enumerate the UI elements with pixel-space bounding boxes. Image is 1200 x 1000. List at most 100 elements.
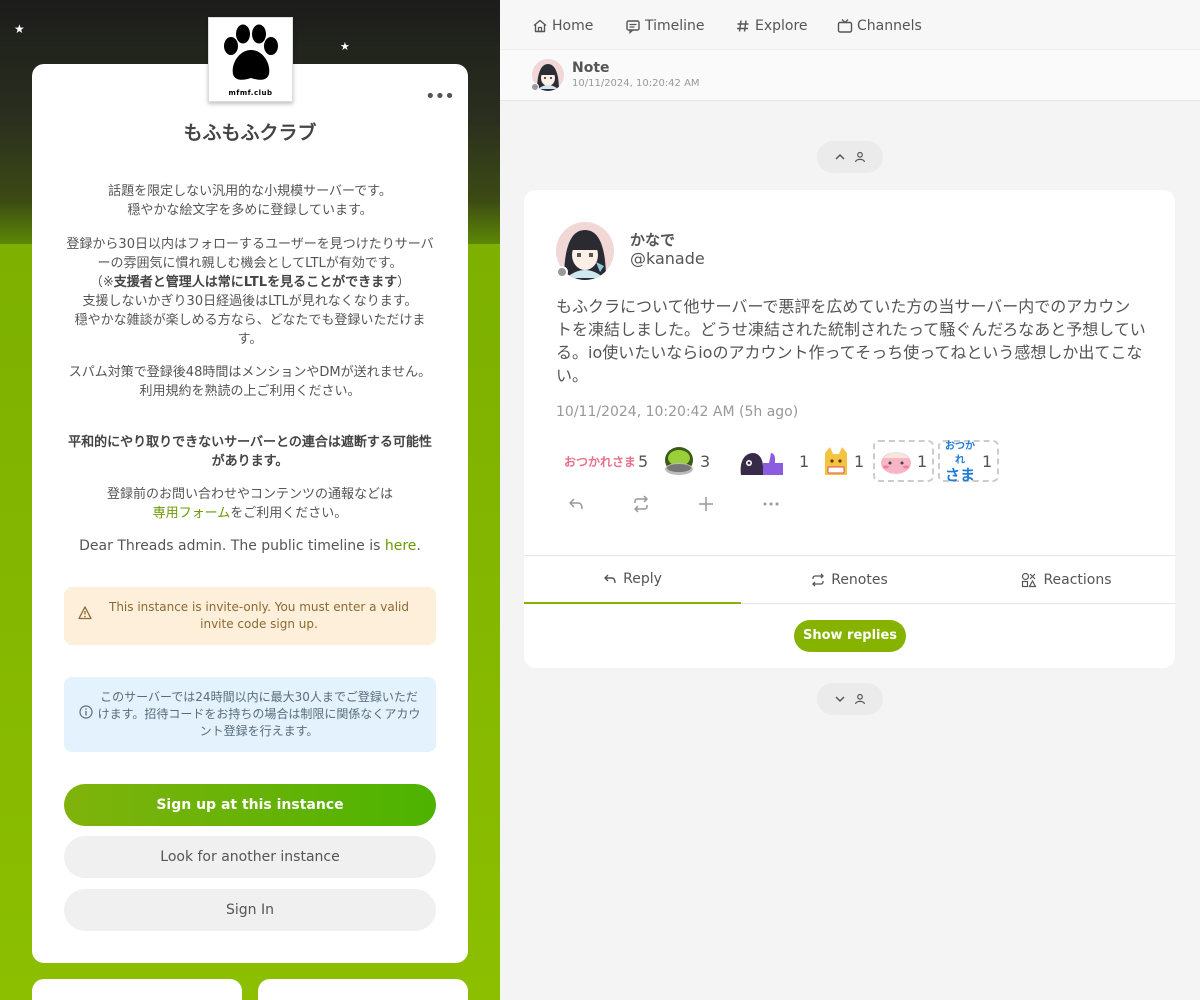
username[interactable]: @kanade xyxy=(630,249,705,268)
page-header: Note 10/11/2024, 10:20:42 AM xyxy=(500,50,1200,101)
reaction-count: 1 xyxy=(982,451,993,471)
info-icon xyxy=(79,705,93,719)
description-line: （※支援者と管理人は常にLTLを見ることができます） xyxy=(89,275,411,290)
description-line: スパム対策で登録後48時間はメンションやDMが送れません。 xyxy=(68,365,432,380)
tab-reactions[interactable]: Reactions xyxy=(958,556,1175,604)
show-replies-button[interactable]: Show replies xyxy=(794,620,906,652)
hashtag-icon xyxy=(737,20,749,32)
user-icon xyxy=(854,151,866,163)
note-card: かなで @kanade もふクラについて他サーバーで悪評を広めていた方の当サーバ… xyxy=(524,190,1175,668)
description-line: 支援しないかぎり30日経過後はLTLが見れなくなります。 xyxy=(82,294,418,309)
display-name[interactable]: かなで xyxy=(630,229,675,250)
page-title: Note xyxy=(572,60,610,76)
logo-text: mfmf.club xyxy=(228,89,273,97)
bold-text: 平和的にやり取りできないサーバーとの連合は遮断する可能性があります。 xyxy=(68,435,432,469)
status-indicator xyxy=(531,83,539,91)
more-button[interactable]: ••• xyxy=(425,86,455,108)
info-card xyxy=(258,979,468,1000)
tea-emoji xyxy=(665,447,693,475)
nav-explore-label: Explore xyxy=(755,18,808,34)
description-line: 穏やかな雑談が楽しめる方なら、どなたでも登録いただけます。 xyxy=(74,313,426,347)
reply-button[interactable] xyxy=(564,492,588,516)
reactions-icon xyxy=(1022,572,1037,588)
nav-channels[interactable]: Channels xyxy=(837,16,922,36)
note-text: もふクラについて他サーバーで悪評を広めていた方の当サーバー内でのアカウントを凍結… xyxy=(556,297,1146,385)
reaction-count: 1 xyxy=(799,451,810,471)
reaction-count: 3 xyxy=(700,451,711,471)
home-icon xyxy=(533,19,547,33)
thumbs-up-character-emoji xyxy=(740,453,783,475)
blush-face-emoji xyxy=(881,452,911,474)
reaction-emoji-text: おつかれさま xyxy=(564,455,634,469)
chevron-down-icon xyxy=(835,696,845,703)
description-paragraph: 登録前のお問い合わせやコンテンツの通報などは 専用フォームをご利用ください。 xyxy=(64,485,436,523)
cat-emoji xyxy=(825,447,847,475)
nav-channels-label: Channels xyxy=(857,18,922,34)
info-card xyxy=(32,979,242,1000)
note-tabs: Reply Renotes Reactions xyxy=(524,555,1175,604)
signup-button[interactable]: Sign up at this instance xyxy=(64,784,436,826)
description-line: 専用フォームをご利用ください。 xyxy=(152,506,348,521)
reaction-button[interactable]: 1 xyxy=(733,440,813,482)
reaction-button[interactable]: おつかれ さま 1 xyxy=(938,440,999,484)
reaction-count: 5 xyxy=(638,451,649,471)
nav-timeline-label: Timeline xyxy=(645,18,705,34)
top-navigation: Home Timeline Explore Channels xyxy=(500,0,1200,50)
description-paragraph: 登録から30日以内はフォローするユーザーを見つけたりサーバーの雰囲気に慣れ親しむ… xyxy=(64,235,436,349)
notice-text: This instance is invite-only. You must e… xyxy=(109,600,409,631)
note-view: Home Timeline Explore Channels Note 10/1… xyxy=(500,0,1200,1000)
chevron-up-icon xyxy=(835,153,845,160)
timeline-icon xyxy=(626,20,640,34)
star-decoration: ★ xyxy=(340,40,350,53)
registration-info-notice: このサーバーでは24時間以内に最大30人までご登録いただけます。招待コードをお持… xyxy=(64,677,436,752)
tab-label: Reply xyxy=(623,571,662,587)
nav-home-label: Home xyxy=(552,18,594,34)
reaction-count: 1 xyxy=(917,451,928,471)
invite-only-notice: This instance is invite-only. You must e… xyxy=(64,587,436,645)
notice-text: このサーバーでは24時間以内に最大30人までご登録いただけます。招待コードをお持… xyxy=(97,690,421,738)
reaction-button[interactable]: 1 xyxy=(818,440,868,482)
description-line: 利用規約を熟読の上ご利用ください。 xyxy=(139,384,361,399)
server-logo: mfmf.club xyxy=(208,17,293,102)
reply-icon xyxy=(569,498,583,510)
star-decoration: ★ xyxy=(14,22,25,36)
otsukaresama-emoji: おつかれさま xyxy=(564,455,634,469)
nav-explore[interactable]: Explore xyxy=(735,16,808,36)
find-another-instance-button[interactable]: Look for another instance xyxy=(64,836,436,878)
add-reaction-button[interactable] xyxy=(694,492,718,516)
bold-text: 支援者と管理人は常にLTLを見ることができます xyxy=(113,275,398,290)
server-name: もふもふクラブ xyxy=(183,122,317,144)
plus-icon xyxy=(699,497,713,511)
load-next-button[interactable] xyxy=(817,683,883,715)
description-line: 話題を限定しない汎用的な小規模サーバーです。 xyxy=(108,184,392,199)
renote-icon xyxy=(812,573,825,587)
note-timestamp[interactable]: 10/11/2024, 10:20:42 AM (5h ago) xyxy=(556,404,798,420)
reaction-button[interactable]: 1 xyxy=(873,440,934,482)
description-paragraph: 平和的にやり取りできないサーバーとの連合は遮断する可能性があります。 xyxy=(64,433,436,471)
renote-icon xyxy=(634,495,648,513)
reaction-button[interactable]: 3 xyxy=(658,440,714,482)
page-date: 10/11/2024, 10:20:42 AM xyxy=(572,78,700,89)
tab-reply[interactable]: Reply xyxy=(524,556,741,604)
user-icon xyxy=(854,693,866,705)
paw-icon xyxy=(224,24,278,80)
otsukare-text-emoji: おつかれ さま xyxy=(944,441,975,484)
description-paragraph: Dear Threads admin. The public timeline … xyxy=(79,538,421,554)
server-info-panel: ★ ★ mfmf.club ••• もふもふクラブ 話題を限定しない汎用的な小規… xyxy=(0,0,500,1000)
reaction-count: 1 xyxy=(854,451,865,471)
public-timeline-link[interactable]: here xyxy=(385,538,417,554)
load-previous-button[interactable] xyxy=(817,141,883,173)
note-menu-button[interactable] xyxy=(759,492,783,516)
nav-timeline[interactable]: Timeline xyxy=(625,16,705,36)
description-line: 登録前のお問い合わせやコンテンツの通報などは xyxy=(106,487,393,502)
signin-button[interactable]: Sign In xyxy=(64,889,436,931)
tab-label: Renotes xyxy=(831,572,888,588)
nav-home[interactable]: Home xyxy=(532,16,593,36)
description-paragraph: スパム対策で登録後48時間はメンションやDMが送れません。 利用規約を熟読の上ご… xyxy=(64,363,436,401)
description-line: 登録から30日以内はフォローするユーザーを見つけたりサーバーの雰囲気に慣れ親しむ… xyxy=(66,237,434,271)
contact-form-link[interactable]: 専用フォーム xyxy=(153,506,231,521)
renote-button[interactable] xyxy=(629,492,653,516)
status-indicator xyxy=(556,266,568,278)
tab-renotes[interactable]: Renotes xyxy=(741,556,958,604)
reaction-button[interactable]: おつかれさま 5 xyxy=(560,440,652,482)
